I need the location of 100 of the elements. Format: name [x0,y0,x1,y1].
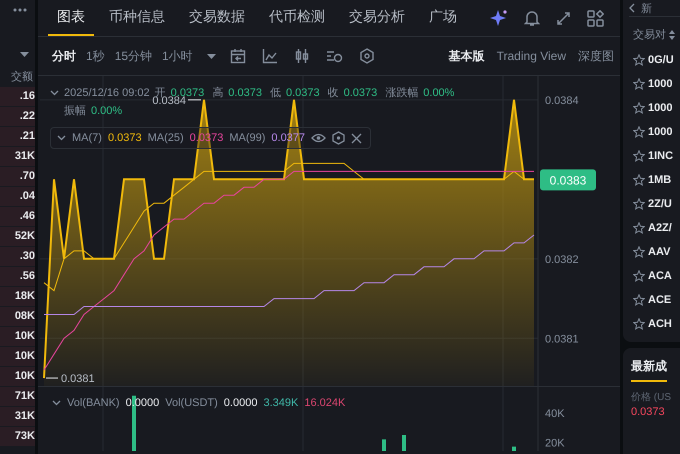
volume-value: .16 [0,87,35,106]
sparkle-icon[interactable] [490,9,508,27]
pair-name[interactable]: 1INC [648,150,674,162]
volume-value: 18K [0,287,35,306]
ohlc-value: 0.0373 [228,86,262,98]
candlestick-icon[interactable] [294,48,310,64]
pair-name[interactable]: 1000 [648,102,672,114]
star-icon[interactable] [633,270,645,282]
calendar-icon[interactable] [230,48,246,64]
indicator-label: MA(7) [72,132,102,144]
tab[interactable]: 交易数据 [180,0,254,36]
tab[interactable]: 币种信息 [100,0,174,36]
star-icon[interactable] [633,102,645,114]
line-chart-icon[interactable] [262,48,278,64]
volume-legend-value: 3.349K [263,397,298,409]
trade-price: 0.0373 [631,406,665,418]
star-icon[interactable] [633,78,645,90]
volume-label: Vol(USDT) [165,397,218,409]
price-axis-label: 0.0382 [545,254,579,266]
volume-legend-value: 16.024K [304,397,346,409]
bell-icon[interactable] [524,10,540,26]
star-icon[interactable] [633,318,645,330]
volume-value: .04 [0,187,35,206]
collapse-icon[interactable] [57,135,66,141]
interval-tab[interactable]: 1小时 [158,48,197,64]
volume-axis-label: 20K [545,437,565,450]
star-icon[interactable] [633,246,645,258]
back-icon[interactable] [629,3,635,13]
star-icon[interactable] [633,54,645,66]
volume-value: .46 [0,207,35,226]
trades-tab[interactable]: 最新成 [631,358,667,382]
last-price-tag: 0.0383 [540,169,596,190]
indicator-label: MA(25) [148,132,184,144]
collapse-icon[interactable] [50,90,59,96]
ohlc-value: 0.00% [423,86,454,98]
grid-icon[interactable] [587,10,604,26]
sort-icon[interactable] [669,30,675,40]
volume-legend-value: 0.0000 [224,397,258,409]
view-tab[interactable]: Trading View [490,49,572,63]
pair-name[interactable]: 0G/U [648,54,674,66]
tab[interactable]: 广场 [420,0,466,36]
price-axis-label: 0.0381 [545,333,579,346]
candle-time: 2025/12/16 09:02 [64,86,150,98]
volume-value: .70 [0,167,35,186]
tab[interactable]: 代币检测 [260,0,334,36]
pair-name[interactable]: 2Z/U [648,198,672,210]
star-icon[interactable] [633,174,645,186]
volume-bar [402,435,406,451]
volume-value: .30 [0,247,35,266]
interval-tab[interactable]: 分时 [48,48,80,64]
pair-name[interactable]: 1000 [648,126,672,138]
close-icon[interactable] [351,132,362,144]
pair-name[interactable]: ACA [648,270,672,282]
ohlc-label: 高 [212,86,224,100]
settings-icon[interactable] [358,48,375,64]
tab[interactable]: 图表 [48,0,94,36]
volume-value: 71K [0,387,35,406]
star-icon[interactable] [633,126,645,138]
pair-name[interactable]: ACH [648,318,672,330]
indicator-label: MA(99) [229,132,266,144]
ohlc-label: 低 [270,86,281,100]
volume-value: 31K [0,147,35,166]
view-tab[interactable]: 基本版 [442,48,491,64]
tab[interactable]: 交易分析 [340,0,414,36]
annotation: 0.0384 [152,94,186,107]
volume-bar [512,446,516,451]
ohlc-label: 涨跌幅 [385,86,418,100]
pair-name[interactable]: ACE [648,294,672,306]
star-icon[interactable] [633,198,645,210]
settings-icon[interactable] [332,131,346,145]
pair-name[interactable]: AAV [648,246,670,258]
star-icon[interactable] [633,150,645,162]
volume-value: 10K [0,367,35,386]
pair-name[interactable]: A2Z/ [648,222,672,234]
caret-icon[interactable] [20,52,29,57]
eye-icon[interactable] [311,133,326,143]
collapse-icon[interactable] [52,400,61,406]
pair-name[interactable]: 1MB [648,174,672,186]
volume-label: Vol(BANK) [67,397,120,409]
interval-tab[interactable]: 15分钟 [110,48,156,64]
column-header: 价格 (US [631,390,671,404]
ohlc-value: 0.0373 [286,86,320,98]
more-icon[interactable] [13,8,27,12]
annotation: 0.0381 [61,373,95,386]
volume-value: 10K [0,347,35,366]
volume-bar [382,439,386,451]
volume-value: .21 [0,127,35,146]
caret-icon[interactable] [206,54,216,58]
volume-value: 73K [0,427,35,446]
volume-value: .56 [0,267,35,286]
view-tab[interactable]: 深度图 [572,48,620,64]
column-header: 交易对 [633,28,666,42]
star-icon[interactable] [633,222,645,234]
volume-value: 31K [0,407,35,426]
ohlc-label: 振幅 [64,104,86,118]
star-icon[interactable] [633,294,645,306]
expand-icon[interactable] [556,10,571,26]
interval-tab[interactable]: 1秒 [82,48,109,64]
pair-name[interactable]: 1000 [648,78,672,90]
volume-value: 08K [0,307,35,326]
